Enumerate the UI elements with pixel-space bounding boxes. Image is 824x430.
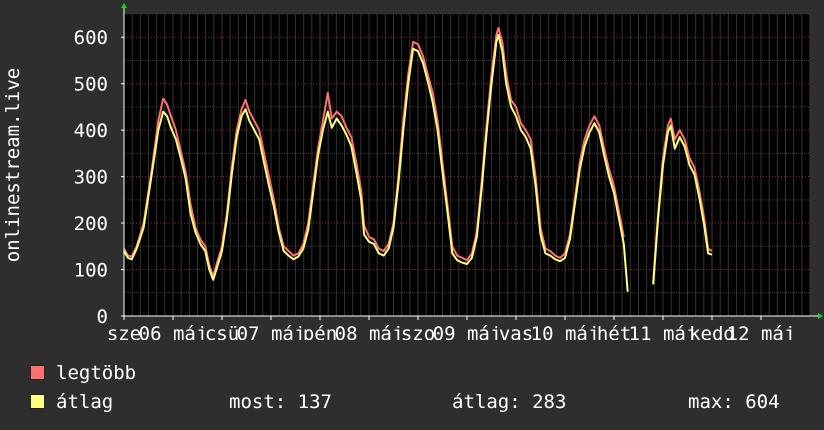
x-tick-label: vas xyxy=(499,323,533,340)
legend-item-atlag: átlag xyxy=(30,391,113,413)
y-tick-labels: 0100200300400500600 xyxy=(74,27,108,328)
x-tick-label: szo xyxy=(401,323,435,340)
y-axis-label: onlinestream.live xyxy=(2,68,24,262)
y-axis-arrow xyxy=(121,3,127,8)
x-tick-label: hét xyxy=(597,323,631,340)
x-tick-label: pén xyxy=(303,323,337,340)
x-tick-label: 09 máj xyxy=(433,323,502,340)
x-tick-labels: sze06 májcsü07 májpén08 májszo09 májvas1… xyxy=(107,323,795,340)
x-tick-label: 11 máj xyxy=(629,323,698,340)
x-tick-label: 06 máj xyxy=(139,323,208,340)
chart: 0100200300400500600 sze06 májcsü07 májpé… xyxy=(2,3,823,340)
stat-max: max: 604 xyxy=(688,391,780,413)
legend-swatch-legtobb xyxy=(30,365,45,380)
stat-avg: átlag: 283 xyxy=(452,391,567,413)
x-tick-label: 08 máj xyxy=(335,323,404,340)
x-tick-label: 10 máj xyxy=(531,323,600,340)
y-tick-label: 200 xyxy=(74,213,108,235)
x-tick-label: 07 máj xyxy=(237,323,306,340)
y-tick-label: 300 xyxy=(74,167,108,189)
legend-item-legtobb: legtöbb xyxy=(30,362,136,384)
y-tick-label: 100 xyxy=(74,260,108,282)
y-tick-label: 600 xyxy=(74,27,108,49)
x-axis-arrow xyxy=(818,313,823,319)
legend-label-atlag: átlag xyxy=(56,391,114,413)
x-tick-label: 12 máj xyxy=(727,323,796,340)
legend-label-legtobb: legtöbb xyxy=(56,362,137,384)
legend-swatch-atlag xyxy=(30,394,45,409)
stat-most: most: 137 xyxy=(229,391,332,413)
y-tick-label: 500 xyxy=(74,74,108,96)
x-tick-label: csü xyxy=(205,323,239,340)
y-tick-label: 400 xyxy=(74,120,108,142)
x-tick-label: sze xyxy=(107,323,141,340)
